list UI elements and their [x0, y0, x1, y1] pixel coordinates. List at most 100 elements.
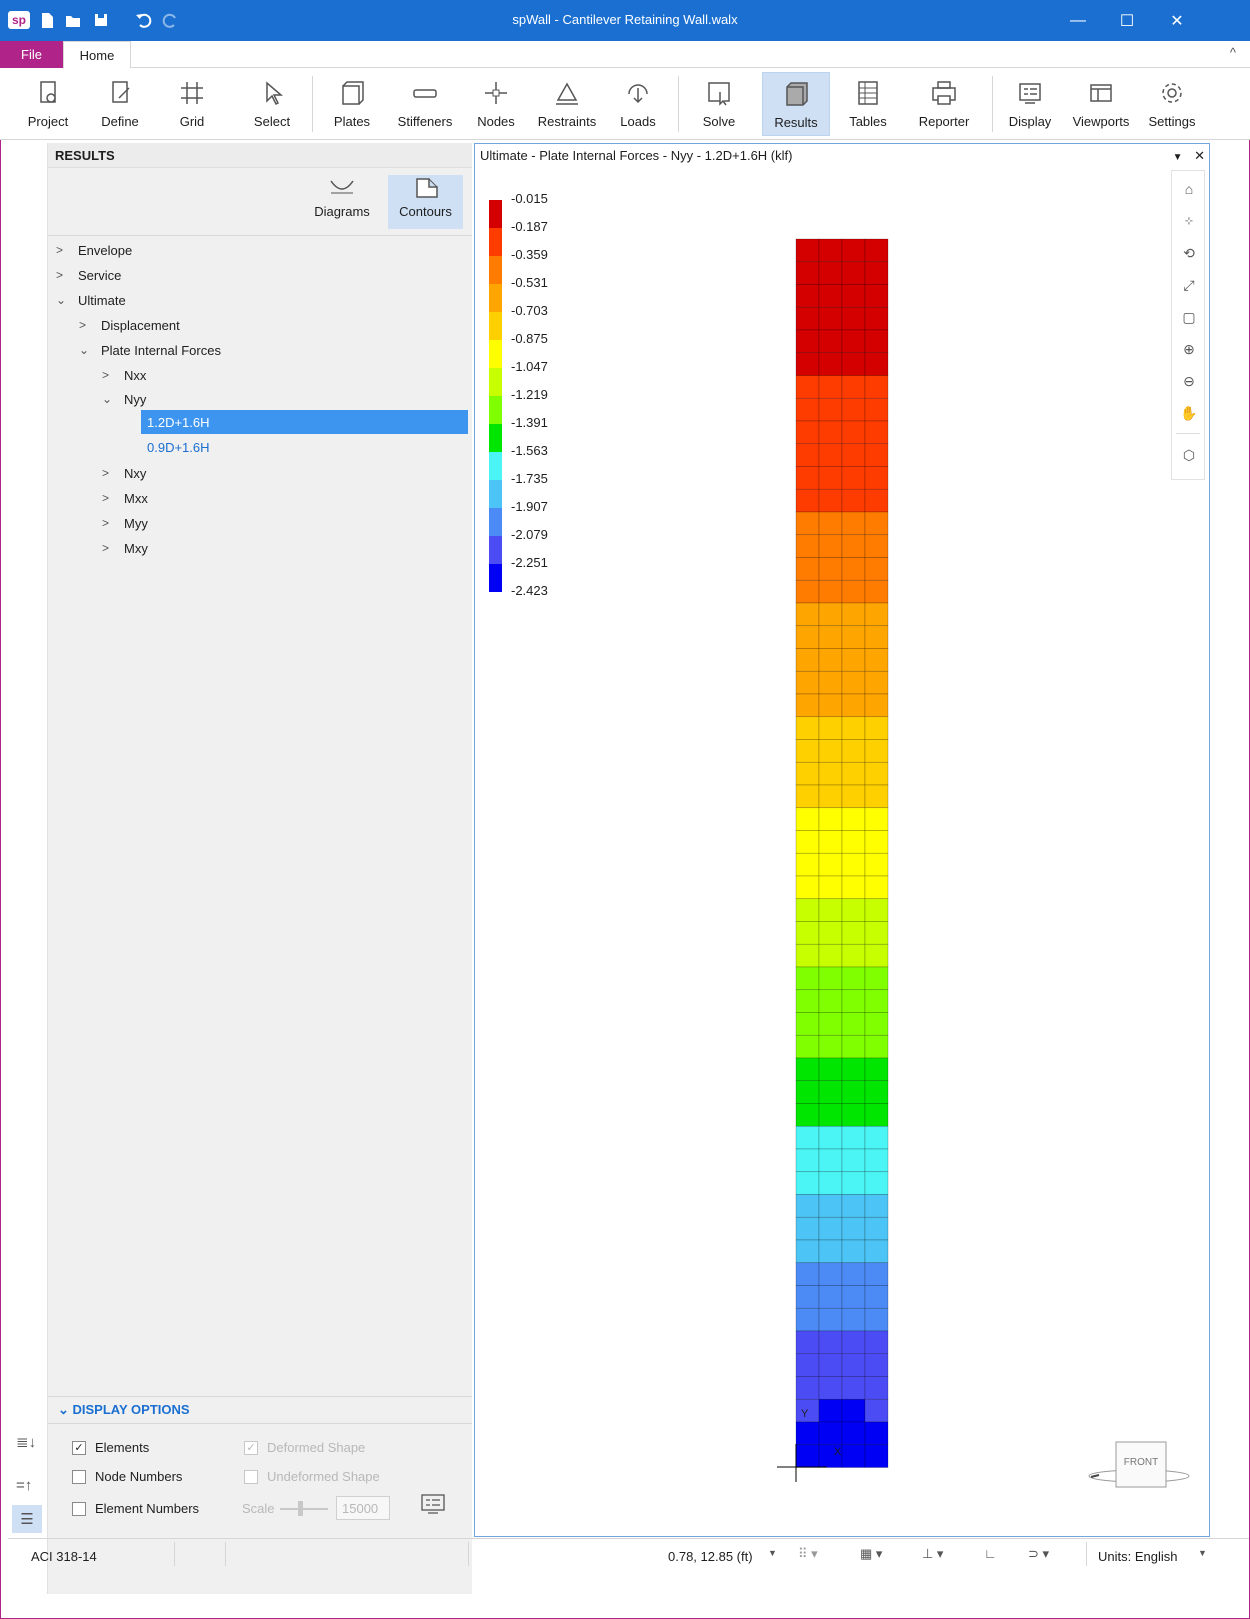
plate-element[interactable]	[864, 943, 889, 968]
plate-element[interactable]	[841, 557, 866, 581]
plate-element[interactable]	[864, 238, 889, 263]
3d-view-icon[interactable]: ⬡	[1177, 443, 1201, 467]
plate-element[interactable]	[841, 943, 866, 968]
plate-element[interactable]	[795, 1421, 820, 1446]
display-options-header[interactable]: ⌄ DISPLAY OPTIONS	[48, 1396, 472, 1424]
plate-element[interactable]	[841, 784, 866, 809]
collapse-all-icon[interactable]: =↑	[16, 1477, 32, 1494]
plate-element[interactable]	[841, 284, 866, 308]
solve-button[interactable]: Solve	[690, 72, 748, 136]
node-numbers-checkbox[interactable]: Node Numbers	[72, 1469, 182, 1484]
plate-element[interactable]	[795, 1194, 820, 1218]
plate-element[interactable]	[841, 443, 866, 467]
plate-element[interactable]	[795, 1353, 820, 1377]
plate-element[interactable]	[864, 1216, 889, 1241]
plate-element[interactable]	[818, 716, 843, 740]
maximize-button[interactable]: ☐	[1104, 0, 1150, 41]
plate-element[interactable]	[795, 329, 820, 354]
plate-element[interactable]	[818, 466, 843, 490]
plate-element[interactable]	[841, 1444, 866, 1468]
plate-element[interactable]	[795, 1239, 820, 1264]
plate-element[interactable]	[795, 1148, 820, 1173]
plate-element[interactable]	[795, 1057, 820, 1082]
plate-element[interactable]	[841, 625, 866, 649]
plate-element[interactable]	[841, 1125, 866, 1150]
plate-element[interactable]	[841, 693, 866, 718]
view-cube[interactable]: FRONT	[1081, 1414, 1191, 1494]
plate-element[interactable]	[841, 1330, 866, 1355]
plate-element[interactable]	[818, 1194, 843, 1218]
plate-element[interactable]	[841, 1216, 866, 1241]
plate-element[interactable]	[864, 1376, 889, 1400]
plate-element[interactable]	[864, 1148, 889, 1173]
plate-element[interactable]	[795, 306, 820, 331]
plate-element[interactable]	[818, 1080, 843, 1104]
rotate-icon[interactable]: ⟲	[1177, 241, 1201, 265]
plate-element[interactable]	[795, 739, 820, 763]
plate-element[interactable]	[818, 1239, 843, 1264]
restraints-button[interactable]: Restraints	[532, 72, 602, 136]
plate-element[interactable]	[795, 511, 820, 536]
plate-element[interactable]	[795, 761, 820, 786]
plate-element[interactable]	[864, 1012, 889, 1036]
plate-element[interactable]	[818, 420, 843, 445]
display-settings-icon[interactable]	[420, 1493, 446, 1515]
plate-element[interactable]	[795, 1444, 820, 1468]
tree-item-mxy[interactable]: > Mxy	[102, 536, 148, 560]
plate-element[interactable]	[818, 1012, 843, 1036]
plate-element[interactable]	[841, 1376, 866, 1400]
plate-element[interactable]	[864, 761, 889, 786]
plate-element[interactable]	[864, 784, 889, 809]
plate-element[interactable]	[795, 784, 820, 809]
plate-element[interactable]	[818, 238, 843, 263]
tab-file[interactable]: File	[0, 41, 63, 68]
plate-element[interactable]	[795, 693, 820, 718]
plate-element[interactable]	[864, 443, 889, 467]
plate-element[interactable]	[864, 1080, 889, 1104]
plate-element[interactable]	[841, 352, 866, 376]
plate-element[interactable]	[841, 511, 866, 536]
plate-element[interactable]	[818, 1307, 843, 1332]
plate-element[interactable]	[795, 397, 820, 422]
plate-element[interactable]	[841, 1057, 866, 1082]
plate-element[interactable]	[841, 875, 866, 900]
nodes-button[interactable]: Nodes	[468, 72, 524, 136]
plate-element[interactable]	[818, 1057, 843, 1082]
plate-element[interactable]	[795, 557, 820, 581]
plate-element[interactable]	[795, 1012, 820, 1036]
plate-element[interactable]	[841, 1239, 866, 1264]
plate-element[interactable]	[864, 557, 889, 581]
display-button[interactable]: Display	[1002, 72, 1058, 136]
plate-element[interactable]	[841, 989, 866, 1013]
plate-element[interactable]	[841, 1034, 866, 1059]
plate-element[interactable]	[818, 921, 843, 945]
snap-point-icon[interactable]: ⊥ ▾	[922, 1546, 943, 1562]
plate-element[interactable]	[841, 648, 866, 672]
plate-element[interactable]	[864, 1262, 889, 1286]
plate-element[interactable]	[795, 375, 820, 399]
tab-home[interactable]: Home	[63, 41, 131, 69]
plate-element[interactable]	[864, 1307, 889, 1332]
plate-element[interactable]	[795, 943, 820, 968]
collapse-ribbon-icon[interactable]: ^	[1230, 45, 1236, 60]
plate-element[interactable]	[795, 1307, 820, 1332]
plate-element[interactable]	[841, 852, 866, 877]
plate-element[interactable]	[864, 1103, 889, 1127]
units-selector[interactable]: Units: English	[1098, 1549, 1177, 1564]
plate-element[interactable]	[841, 1421, 866, 1446]
plate-element[interactable]	[864, 579, 889, 604]
plate-element[interactable]	[818, 602, 843, 627]
plate-element[interactable]	[841, 1103, 866, 1127]
plate-element[interactable]	[841, 1148, 866, 1173]
plate-element[interactable]	[795, 1103, 820, 1127]
plate-element[interactable]	[864, 306, 889, 331]
plate-element[interactable]	[795, 1125, 820, 1150]
plate-element[interactable]	[795, 534, 820, 558]
plate-element[interactable]	[864, 670, 889, 695]
plate-element[interactable]	[795, 830, 820, 854]
plate-element[interactable]	[841, 534, 866, 558]
plate-element[interactable]	[841, 1307, 866, 1332]
plate-element[interactable]	[864, 989, 889, 1013]
tree-item-ultimate[interactable]: ⌄ Ultimate	[56, 288, 126, 312]
define-button[interactable]: Define	[90, 72, 150, 136]
